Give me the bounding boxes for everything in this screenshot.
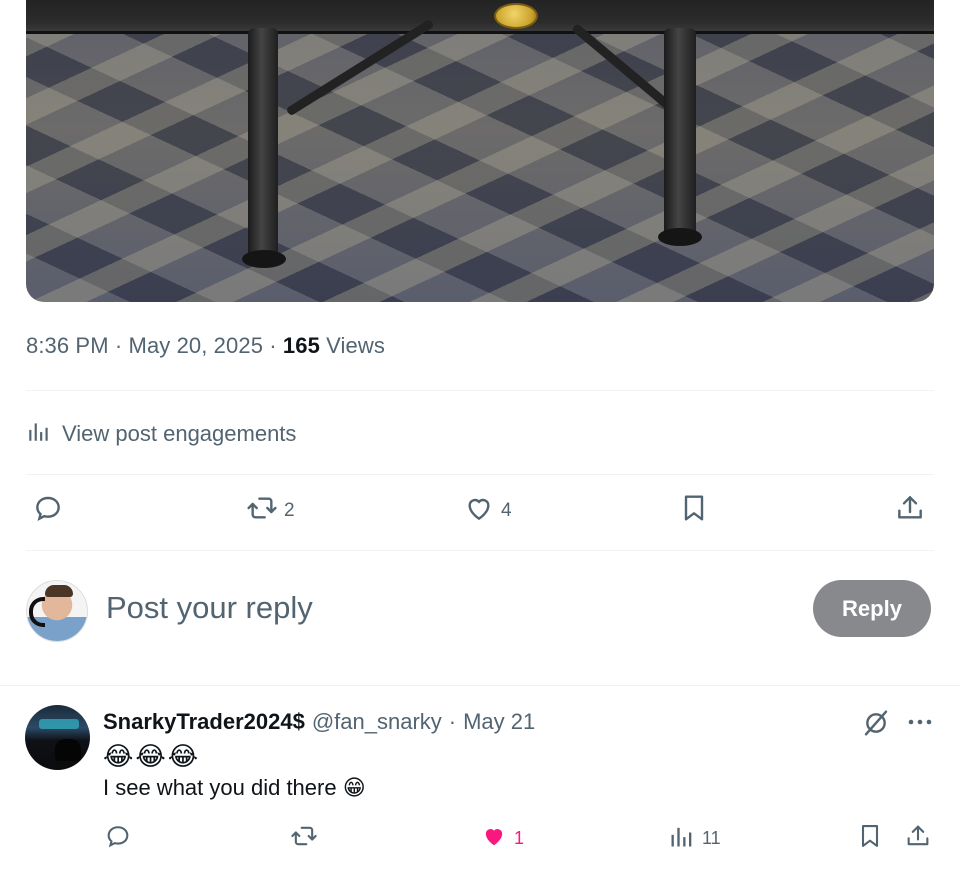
divider-engage [26,474,934,475]
reply-emoji-line: 😂😂😂 [103,741,201,771]
post-meta: 8:36 PM · May 20, 2025 · 165 Views [26,333,385,359]
reply-input[interactable]: Post your reply [106,590,786,626]
avatar-hair [45,585,73,597]
post-date[interactable]: May 20, 2025 [129,333,264,358]
reply-action-bar: 1 11 [0,822,960,862]
analytics-icon [668,822,696,855]
table-leg-right [664,28,696,238]
current-user-avatar[interactable] [26,580,88,642]
more-icon [907,713,933,731]
like-icon [463,492,495,530]
reply-icon [32,492,64,530]
reply-views-button[interactable]: 11 [668,822,721,855]
more-button[interactable] [904,708,936,736]
reply-header: SnarkyTrader2024$ @fan_snarky · May 21 [103,709,535,735]
reply-like-count: 1 [514,828,525,848]
divider-actions [26,550,934,551]
reply-date[interactable]: May 21 [463,709,535,735]
reply-author-avatar[interactable] [25,705,90,770]
avatar-logo [29,597,45,627]
repost-icon [246,492,278,530]
view-engagements-link[interactable]: View post engagements [26,418,296,450]
like-count: 4 [501,500,512,521]
table-leg-left [248,28,278,258]
engagements-label: View post engagements [62,421,297,446]
table-foot-right [658,228,702,246]
reply-bookmark-button[interactable] [856,822,884,855]
avatar-screen-glow [39,719,79,729]
reply-share-button[interactable] [904,822,932,855]
meta-separator: · [114,333,123,358]
reply-reply-button[interactable] [104,822,132,855]
views-count: 165 [282,333,320,358]
share-icon [894,492,926,530]
bookmark-icon [856,822,884,855]
like-icon-filled [480,822,508,855]
reply-views-count: 11 [702,828,721,848]
table-top [26,0,934,34]
reply-button[interactable] [32,492,64,530]
repost-button[interactable]: 2 [246,492,295,530]
table-badge [494,3,538,29]
grok-button[interactable] [860,707,892,739]
post-time[interactable]: 8:36 PM [26,333,109,358]
grok-icon [860,710,892,743]
table-foot-left [242,250,286,268]
like-button[interactable]: 4 [463,492,512,530]
reply-text: I see what you did there 😁 [103,775,366,800]
share-icon [904,822,932,855]
divider-meta [26,390,934,391]
bookmark-button[interactable] [678,492,710,530]
divider-composer [0,685,960,686]
reply-like-button[interactable]: 1 [480,822,524,855]
reply-author-handle[interactable]: @fan_snarky [312,709,442,735]
reply-repost-button[interactable] [290,822,318,855]
analytics-icon [26,418,52,450]
repost-icon [290,822,318,855]
meta-separator-2: · [269,333,277,358]
reply-submit-button[interactable]: Reply [813,580,931,637]
views-label: Views [326,333,385,358]
avatar-cat [55,739,81,761]
reply-separator: · [448,709,457,734]
bookmark-icon [678,492,710,530]
post-photo[interactable] [26,0,934,302]
post-action-bar: 2 4 [26,492,934,536]
share-button[interactable] [894,492,926,530]
reply-icon [104,822,132,855]
reply-author-name[interactable]: SnarkyTrader2024$ [103,709,305,735]
repost-count: 2 [284,500,295,521]
